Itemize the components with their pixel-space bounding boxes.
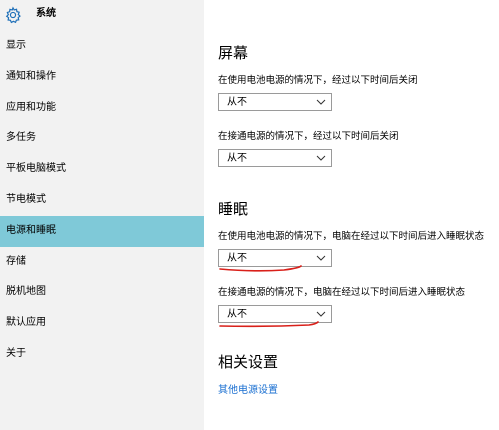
sidebar-item-label: 节电模式: [6, 193, 46, 205]
sidebar-item-default-apps[interactable]: 默认应用: [0, 308, 204, 339]
sidebar-item-power-sleep[interactable]: 电源和睡眠: [0, 215, 204, 247]
main-content: 屏幕 在使用电池电源的情况下，经过以下时间后关闭 从不 在接通电源的情况下，经过…: [204, 0, 499, 430]
chevron-down-icon: [316, 155, 326, 161]
screen-plugged-dropdown[interactable]: 从不: [218, 149, 332, 167]
sidebar-item-tablet-mode[interactable]: 平板电脑模式: [0, 154, 204, 185]
screen-section-title: 屏幕: [218, 44, 249, 62]
chevron-down-icon: [316, 311, 326, 317]
app-title: 系统: [36, 8, 56, 19]
sidebar-item-label: 显示: [6, 40, 26, 51]
sidebar-item-label: 关于: [6, 347, 26, 359]
screen-battery-label: 在使用电池电源的情况下，经过以下时间后关闭: [218, 75, 418, 86]
sidebar-nav: 显示 通知和操作 应用和功能 多任务 平板电脑模式 节电模式 电源和睡眠 存储 …: [0, 31, 204, 370]
sidebar-item-label: 默认应用: [6, 317, 46, 329]
settings-window: 系统 显示 通知和操作 应用和功能 多任务 平板电脑模式 节电模式 电源和睡眠 …: [0, 0, 499, 430]
sidebar-item-label: 电源和睡眠: [6, 224, 56, 236]
sidebar-item-multitasking[interactable]: 多任务: [0, 123, 204, 154]
sidebar-item-label: 多任务: [6, 132, 36, 144]
sleep-plugged-label: 在接通电源的情况下，电脑在经过以下时间后进入睡眠状态: [218, 287, 466, 298]
sidebar-item-label: 脱机地图: [6, 286, 46, 298]
dropdown-value: 从不: [227, 97, 247, 108]
sidebar-item-label: 应用和功能: [6, 101, 56, 113]
sidebar-item-apps[interactable]: 应用和功能: [0, 93, 204, 124]
sleep-battery-dropdown[interactable]: 从不: [218, 249, 332, 267]
dropdown-value: 从不: [227, 153, 247, 164]
screen-plugged-label: 在接通电源的情况下，经过以下时间后关闭: [218, 131, 399, 142]
sidebar-item-battery-saver[interactable]: 节电模式: [0, 185, 204, 216]
sleep-section-title: 睡眠: [218, 200, 249, 218]
sidebar-item-label: 通知和操作: [6, 70, 56, 82]
sidebar-item-notifications[interactable]: 通知和操作: [0, 62, 204, 93]
sidebar: 系统 显示 通知和操作 应用和功能 多任务 平板电脑模式 节电模式 电源和睡眠 …: [0, 0, 204, 430]
sleep-battery-label: 在使用电池电源的情况下，电脑在经过以下时间后进入睡眠状态: [218, 231, 485, 242]
sidebar-item-about[interactable]: 关于: [0, 339, 204, 370]
chevron-down-icon: [316, 99, 326, 105]
gear-icon: [5, 6, 21, 24]
related-settings-title: 相关设置: [218, 353, 279, 371]
other-power-settings-link[interactable]: 其他电源设置: [218, 384, 278, 397]
chevron-down-icon: [316, 255, 326, 261]
screen-battery-dropdown[interactable]: 从不: [218, 93, 332, 111]
sidebar-item-storage[interactable]: 存储: [0, 247, 204, 278]
sidebar-item-offline-maps[interactable]: 脱机地图: [0, 277, 204, 308]
sidebar-item-display[interactable]: 显示: [0, 31, 204, 62]
sidebar-item-label: 平板电脑模式: [6, 163, 66, 175]
sidebar-header: 系统: [0, 0, 204, 30]
dropdown-value: 从不: [227, 253, 247, 264]
sleep-plugged-dropdown[interactable]: 从不: [218, 305, 332, 323]
dropdown-value: 从不: [227, 309, 247, 320]
sidebar-item-label: 存储: [6, 255, 26, 267]
